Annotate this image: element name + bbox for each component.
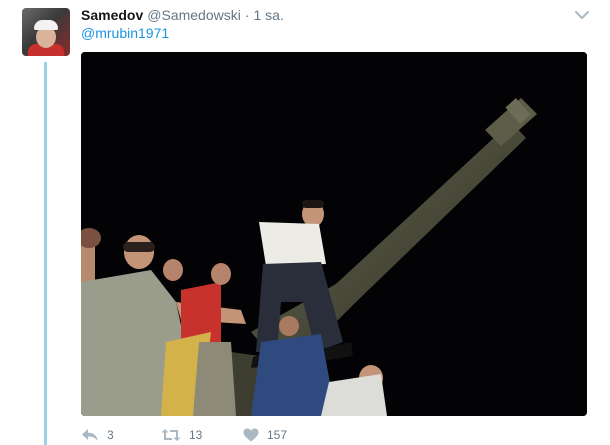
timestamp[interactable]: 1 sa. [254, 7, 284, 23]
reply-icon [81, 428, 99, 442]
avatar[interactable] [22, 8, 70, 56]
mention-link[interactable]: @mrubin1971 [81, 25, 169, 41]
avatar-hat [34, 20, 58, 30]
tweet-text: @mrubin1971 [81, 25, 169, 41]
separator: · [244, 7, 250, 23]
thread-line [44, 62, 47, 445]
chevron-down-icon[interactable] [574, 8, 590, 20]
retweet-button[interactable]: 13 [161, 428, 202, 442]
display-name[interactable]: Samedov [81, 7, 143, 23]
heart-icon [243, 428, 259, 442]
reply-count: 3 [107, 428, 114, 442]
like-count: 157 [267, 428, 288, 442]
like-button[interactable]: 157 [243, 428, 287, 442]
tweet[interactable]: Samedov @Samedowski · 1 sa. @mrubin1971 [0, 0, 610, 445]
retweet-icon [161, 428, 181, 442]
retweet-count: 13 [189, 428, 203, 442]
tweet-header: Samedov @Samedowski · 1 sa. [81, 7, 284, 25]
tweet-photo[interactable] [81, 52, 587, 416]
reply-button[interactable]: 3 [81, 428, 114, 442]
username[interactable]: @Samedowski [147, 7, 241, 23]
